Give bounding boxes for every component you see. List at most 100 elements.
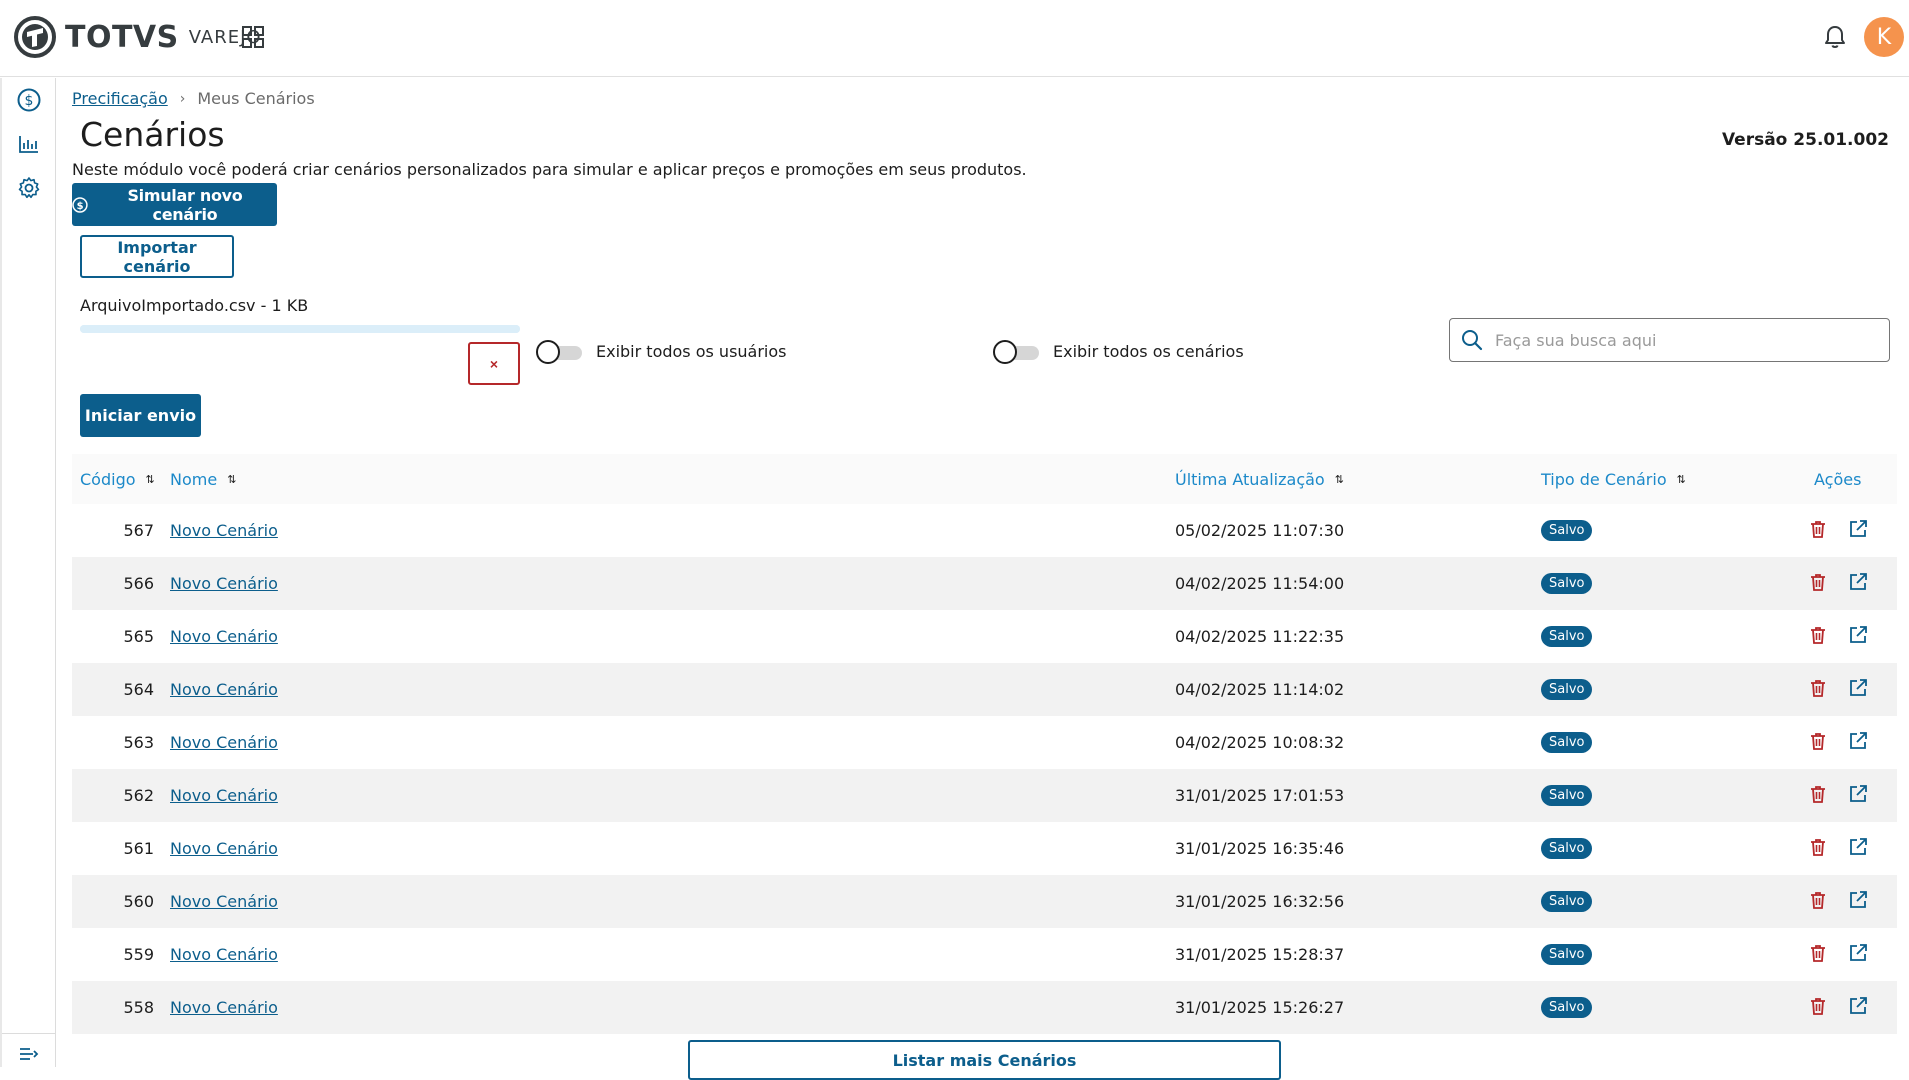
scenario-name-link[interactable]: Novo Cenário (170, 892, 278, 911)
column-header-updated[interactable]: Última Atualização ⇅ (1175, 470, 1344, 489)
table-header: Código ⇅ Nome ⇅ Última Atualização ⇅ Tipo d… (72, 454, 1897, 504)
external-link-icon[interactable] (1848, 678, 1868, 702)
breadcrumb: Precificação › Meus Cenários (72, 89, 315, 108)
scenario-name-link[interactable]: Novo Cenário (170, 680, 278, 699)
cell-code: 559 (123, 945, 154, 964)
trash-icon[interactable] (1808, 890, 1828, 914)
cell-code: 561 (123, 839, 154, 858)
sidebar-collapse[interactable] (2, 1033, 56, 1073)
cell-updated: 31/01/2025 16:35:46 (1175, 839, 1345, 858)
cell-updated: 04/02/2025 11:22:35 (1175, 627, 1345, 646)
external-link-icon[interactable] (1848, 837, 1868, 861)
table-row: 566 Novo Cenário 04/02/2025 11:54:00 Sal… (72, 557, 1897, 610)
brand-name: TOTVS (65, 19, 179, 55)
simulate-scenario-button[interactable]: $ Simular novo cenário (72, 183, 277, 226)
column-header-type[interactable]: Tipo de Cenário ⇅ (1541, 470, 1686, 489)
table-row: 567 Novo Cenário 05/02/2025 11:07:30 Sal… (72, 504, 1897, 557)
chevron-right-icon: › (179, 90, 186, 107)
bar-chart-icon[interactable] (17, 132, 41, 156)
trash-icon[interactable] (1808, 943, 1828, 967)
external-link-icon[interactable] (1848, 731, 1868, 755)
trash-icon[interactable] (1808, 678, 1828, 702)
cell-code: 564 (123, 680, 154, 699)
cell-code: 558 (123, 998, 154, 1017)
cell-code: 567 (123, 521, 154, 540)
scenario-name-link[interactable]: Novo Cenário (170, 574, 278, 593)
simulate-scenario-label: Simular novo cenário (127, 185, 243, 224)
sort-icon[interactable]: ⇅ (1677, 473, 1686, 486)
cell-updated: 04/02/2025 11:14:02 (1175, 680, 1345, 699)
scenario-name-link[interactable]: Novo Cenário (170, 945, 278, 964)
external-link-icon[interactable] (1848, 625, 1868, 649)
totvs-logo-icon (14, 16, 56, 58)
page-description: Neste módulo você poderá criar cenários … (72, 160, 1027, 179)
toggle-all-scenarios-label: Exibir todos os cenários (1053, 341, 1244, 361)
cell-code: 565 (123, 627, 154, 646)
status-badge: Salvo (1541, 626, 1593, 647)
scenario-name-link[interactable]: Novo Cenário (170, 786, 278, 805)
status-badge: Salvo (1541, 997, 1593, 1018)
scenario-name-link[interactable]: Novo Cenário (170, 998, 278, 1017)
table-row: 558 Novo Cenário 31/01/2025 15:26:27 Sal… (72, 981, 1897, 1034)
external-link-icon[interactable] (1848, 943, 1868, 967)
trash-icon[interactable] (1808, 996, 1828, 1020)
sort-icon[interactable]: ⇅ (227, 473, 236, 486)
column-name-label: Nome (170, 469, 218, 489)
cell-code: 562 (123, 786, 154, 805)
breadcrumb-current: Meus Cenários (197, 89, 315, 108)
cancel-upload-button[interactable]: × (468, 342, 520, 385)
column-header-name[interactable]: Nome ⇅ (170, 470, 236, 489)
external-link-icon[interactable] (1848, 519, 1868, 543)
status-badge: Salvo (1541, 785, 1593, 806)
trash-icon[interactable] (1808, 731, 1828, 755)
toggle-switch[interactable] (536, 340, 584, 364)
column-header-code[interactable]: Código ⇅ (80, 470, 155, 489)
scenario-name-link[interactable]: Novo Cenário (170, 733, 278, 752)
external-link-icon[interactable] (1848, 996, 1868, 1020)
expand-menu-icon (20, 1048, 39, 1060)
breadcrumb-link-precificacao[interactable]: Precificação (72, 89, 168, 108)
search-icon (1462, 330, 1483, 351)
totvs-logo[interactable]: TOTVS VAREJO (14, 16, 262, 58)
sort-icon[interactable]: ⇅ (1335, 473, 1344, 486)
trash-icon[interactable] (1808, 625, 1828, 649)
scenario-name-link[interactable]: Novo Cenário (170, 627, 278, 646)
search-input[interactable] (1495, 330, 1875, 350)
dollar-circle-icon: $ (72, 196, 88, 213)
page-title: Cenários (80, 115, 225, 154)
trash-icon[interactable] (1808, 784, 1828, 808)
sidebar: $ (0, 78, 56, 1067)
scenario-name-link[interactable]: Novo Cenário (170, 839, 278, 858)
avatar[interactable]: K (1864, 17, 1904, 57)
gear-icon[interactable] (17, 176, 41, 200)
table-row: 564 Novo Cenário 04/02/2025 11:14:02 Sal… (72, 663, 1897, 716)
grid-icon[interactable] (242, 26, 264, 52)
trash-icon[interactable] (1808, 572, 1828, 596)
import-scenario-button[interactable]: Importar cenário (80, 235, 234, 278)
cell-updated: 05/02/2025 11:07:30 (1175, 521, 1345, 540)
external-link-icon[interactable] (1848, 784, 1868, 808)
cell-updated: 04/02/2025 11:54:00 (1175, 574, 1345, 593)
external-link-icon[interactable] (1848, 572, 1868, 596)
dollar-circle-icon[interactable]: $ (17, 88, 41, 112)
sort-icon[interactable]: ⇅ (146, 473, 155, 486)
toggle-all-users[interactable]: Exibir todos os usuários (536, 340, 787, 364)
scenario-name-link[interactable]: Novo Cenário (170, 521, 278, 540)
cell-updated: 31/01/2025 15:26:27 (1175, 998, 1345, 1017)
trash-icon[interactable] (1808, 519, 1828, 543)
status-badge: Salvo (1541, 944, 1593, 965)
start-upload-button[interactable]: Iniciar envio (80, 394, 201, 437)
list-more-button[interactable]: Listar mais Cenários (688, 1040, 1281, 1080)
table-body: 567 Novo Cenário 05/02/2025 11:07:30 Sal… (72, 504, 1897, 1034)
column-actions-label: Ações (1814, 469, 1862, 489)
toggle-switch[interactable] (993, 340, 1041, 364)
trash-icon[interactable] (1808, 837, 1828, 861)
status-badge: Salvo (1541, 520, 1593, 541)
table-row: 561 Novo Cenário 31/01/2025 16:35:46 Sal… (72, 822, 1897, 875)
external-link-icon[interactable] (1848, 890, 1868, 914)
status-badge: Salvo (1541, 679, 1593, 700)
cell-updated: 04/02/2025 10:08:32 (1175, 733, 1345, 752)
bell-icon[interactable] (1823, 24, 1847, 54)
upload-file-name: ArquivoImportado.csv - 1 KB (80, 296, 309, 315)
toggle-all-scenarios[interactable]: Exibir todos os cenários (993, 340, 1244, 364)
